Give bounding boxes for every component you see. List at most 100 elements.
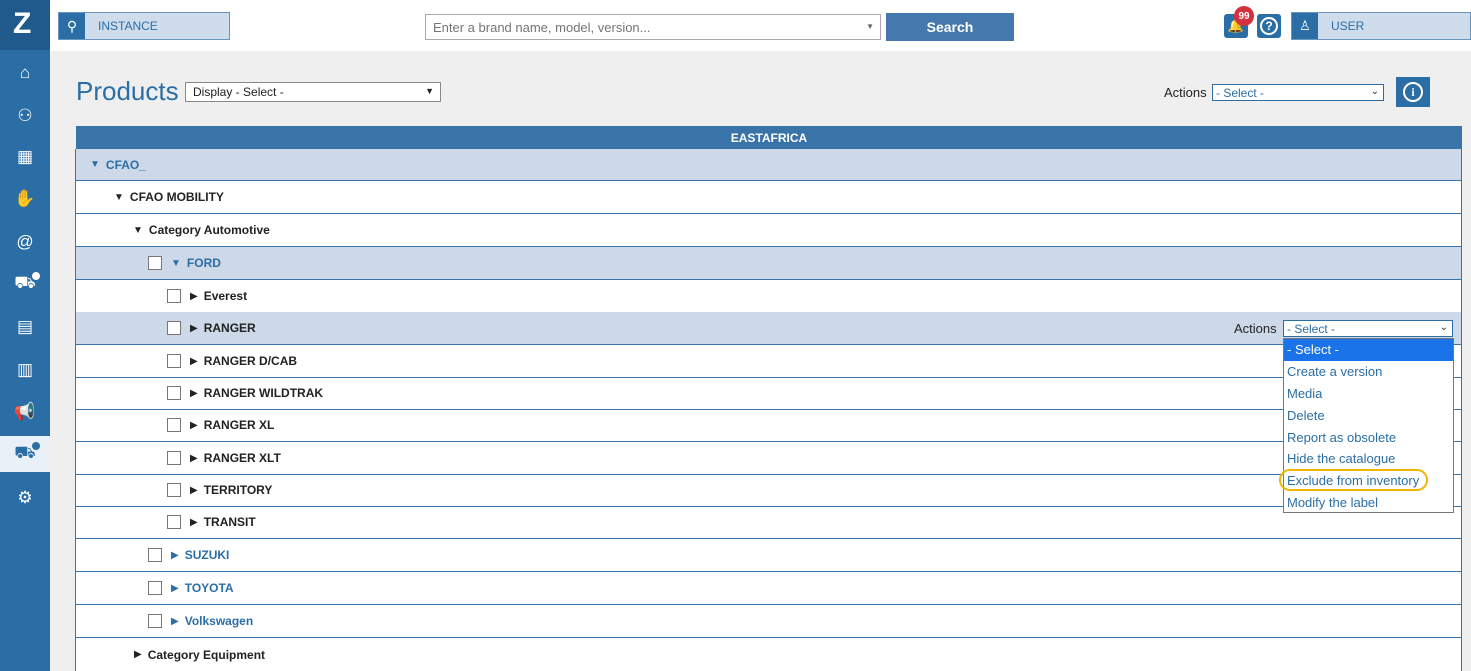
caret-right-icon[interactable]: ▶ — [171, 583, 179, 594]
app-logo[interactable]: Z — [0, 0, 50, 50]
notification-badge: 99 — [1234, 6, 1254, 26]
row-checkbox[interactable] — [148, 256, 162, 270]
caret-right-icon[interactable]: ▶ — [190, 388, 198, 399]
row-checkbox[interactable] — [167, 321, 181, 335]
caret-right-icon[interactable]: ▶ — [190, 485, 198, 496]
tree-row-ranger-xl[interactable]: ▶ RANGER XL — [76, 409, 1461, 442]
tree-row-label: RANGER WILDTRAK — [203, 386, 324, 400]
help-icon[interactable]: ? — [1257, 14, 1281, 38]
row-checkbox[interactable] — [148, 581, 162, 595]
chevron-down-icon: ▼ — [425, 86, 434, 96]
tree-row-ranger-dcab[interactable]: ▶ RANGER D/CAB — [76, 345, 1461, 378]
tree-row-cfao-mobility[interactable]: ▼ CFAO MOBILITY — [76, 181, 1461, 214]
handshake-icon[interactable]: ✋ — [0, 181, 50, 217]
tree-row-label: Everest — [203, 289, 248, 303]
users-icon[interactable]: ⚇ — [0, 98, 50, 134]
info-button[interactable]: i — [1396, 77, 1430, 107]
caret-right-icon[interactable]: ▶ — [190, 517, 198, 528]
caret-right-icon[interactable]: ▶ — [134, 649, 142, 660]
logo-letter: Z — [13, 7, 32, 40]
option-report-obsolete[interactable]: Report as obsolete — [1284, 426, 1453, 448]
row-checkbox[interactable] — [167, 354, 181, 368]
chevron-down-icon[interactable]: ▼ — [866, 22, 874, 31]
chat-bubble-icon — [30, 440, 42, 452]
option-media[interactable]: Media — [1284, 383, 1453, 405]
option-modify-label[interactable]: Modify the label — [1284, 492, 1453, 514]
row-checkbox[interactable] — [148, 548, 162, 562]
row-checkbox[interactable] — [167, 515, 181, 529]
settings-icon[interactable]: ⚙ — [0, 480, 50, 516]
caret-down-icon[interactable]: ▼ — [171, 258, 181, 269]
tree-row-label: FORD — [186, 256, 221, 270]
caret-right-icon[interactable]: ▶ — [171, 616, 179, 627]
tree-row-ford[interactable]: ▼ FORD — [76, 247, 1461, 280]
handshake-glyph: ✋ — [14, 189, 36, 208]
chart-glyph: ▥ — [16, 360, 34, 379]
row-checkbox[interactable] — [167, 451, 181, 465]
actions-select-value: - Select - — [1216, 86, 1265, 100]
tree-row-category-automotive[interactable]: ▼ Category Automotive — [76, 214, 1461, 247]
row-actions-select[interactable]: - Select - ⌄ — [1283, 320, 1453, 337]
tree-row-toyota[interactable]: ▶ TOYOTA — [76, 572, 1461, 605]
tree-row-label: RANGER XL — [203, 418, 275, 432]
highlight-ring — [1279, 469, 1428, 491]
row-checkbox[interactable] — [148, 614, 162, 628]
instance-selector[interactable]: ⚲ INSTANCE — [58, 12, 230, 40]
search-input[interactable] — [426, 15, 846, 39]
table-icon[interactable]: ▤ — [0, 309, 50, 345]
chart-icon[interactable]: ▥ — [0, 352, 50, 388]
option-create-version[interactable]: Create a version — [1284, 361, 1453, 383]
home-icon[interactable]: ⌂ — [0, 55, 50, 91]
caret-down-icon[interactable]: ▼ — [133, 225, 143, 236]
megaphone-glyph: 📢 — [14, 402, 36, 421]
option-select[interactable]: - Select - — [1284, 339, 1453, 361]
caret-right-icon[interactable]: ▶ — [190, 420, 198, 431]
actions-select[interactable]: - Select - ⌄ — [1212, 84, 1384, 101]
chat-bubble-icon — [30, 270, 42, 282]
tree-row-label: Category Automotive — [148, 223, 270, 237]
caret-right-icon[interactable]: ▶ — [190, 453, 198, 464]
tree-row-suzuki[interactable]: ▶ SUZUKI — [76, 539, 1461, 572]
tree-row-label: CFAO MOBILITY — [129, 190, 224, 204]
caret-down-icon[interactable]: ▼ — [90, 159, 100, 170]
tree-row-ranger-wildtrak[interactable]: ▶ RANGER WILDTRAK — [76, 377, 1461, 410]
tree-row-everest[interactable]: ▶ Everest — [76, 280, 1461, 313]
row-checkbox[interactable] — [167, 386, 181, 400]
option-delete[interactable]: Delete — [1284, 404, 1453, 426]
tree-row-label: TERRITORY — [203, 483, 273, 497]
caret-right-icon[interactable]: ▶ — [190, 291, 198, 302]
caret-down-icon[interactable]: ▼ — [114, 192, 124, 203]
tree-row-label: SUZUKI — [184, 548, 230, 562]
car-active-icon[interactable]: ⛟ — [0, 436, 50, 472]
caret-right-icon[interactable]: ▶ — [190, 323, 198, 334]
chevron-down-icon: ⌄ — [1370, 86, 1379, 97]
tree-row-category-equipment[interactable]: ▶ Category Equipment — [76, 638, 1461, 671]
search-field[interactable]: ▼ — [425, 14, 881, 40]
tree-row-label: RANGER XLT — [203, 451, 281, 465]
tree-row-label: TOYOTA — [184, 581, 234, 595]
calendar-icon[interactable]: ▦ — [0, 139, 50, 175]
sidebar: Z ⌂ ⚇ ▦ ✋ @ ⛟ ▤ ▥ 📢 ⛟ ⚙ — [0, 0, 50, 671]
at-icon[interactable]: @ — [0, 224, 50, 260]
calendar-glyph: ▦ — [16, 147, 34, 166]
row-checkbox[interactable] — [167, 483, 181, 497]
caret-right-icon[interactable]: ▶ — [171, 550, 179, 561]
tree-row-territory[interactable]: ▶ TERRITORY — [76, 474, 1461, 507]
tree-row-volkswagen[interactable]: ▶ Volkswagen — [76, 605, 1461, 638]
help-glyph: ? — [1260, 17, 1278, 35]
car-chat-icon[interactable]: ⛟ — [0, 266, 50, 302]
megaphone-icon[interactable]: 📢 — [0, 394, 50, 430]
display-select-value: Display - Select - — [193, 85, 284, 99]
search-button[interactable]: Search — [886, 13, 1014, 41]
tree-row-ranger-xlt[interactable]: ▶ RANGER XLT — [76, 442, 1461, 475]
row-checkbox[interactable] — [167, 418, 181, 432]
page-title: Products — [76, 76, 179, 106]
user-menu[interactable]: ♙ USER — [1291, 12, 1471, 40]
tree-row-transit[interactable]: ▶ TRANSIT — [76, 506, 1461, 539]
row-checkbox[interactable] — [167, 289, 181, 303]
option-hide-catalogue[interactable]: Hide the catalogue — [1284, 448, 1453, 470]
caret-right-icon[interactable]: ▶ — [190, 356, 198, 367]
tree-row-label: TRANSIT — [203, 515, 256, 529]
display-select[interactable]: Display - Select - ▼ — [185, 82, 441, 102]
tree-row-cfao[interactable]: ▼ CFAO_ — [76, 149, 1461, 181]
